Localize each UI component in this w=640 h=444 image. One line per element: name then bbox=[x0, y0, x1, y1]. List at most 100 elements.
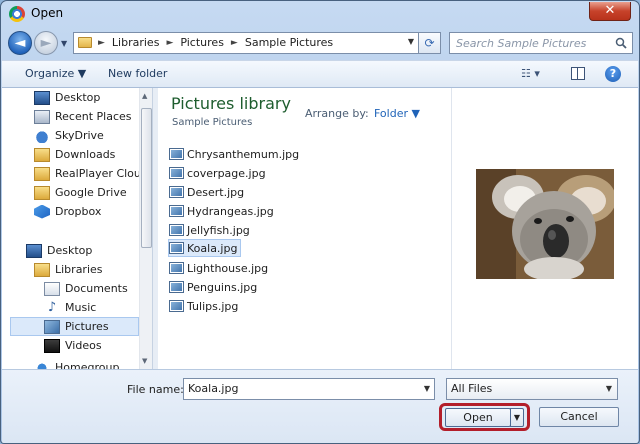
forward-button[interactable]: ► bbox=[34, 31, 58, 55]
refresh-button[interactable]: ⟳ bbox=[419, 32, 441, 54]
sidebar-item-homegroup[interactable]: Homegroup bbox=[34, 358, 119, 369]
scrollbar-thumb[interactable] bbox=[141, 108, 152, 248]
image-file-icon bbox=[169, 300, 184, 312]
libraries-icon bbox=[34, 262, 50, 277]
chrome-icon bbox=[9, 6, 25, 22]
sidebar-item-documents[interactable]: Documents bbox=[44, 279, 128, 298]
image-file-icon bbox=[169, 281, 184, 293]
arrange-by-label: Arrange by: bbox=[305, 107, 369, 120]
close-button[interactable]: ✕ bbox=[589, 2, 631, 21]
breadcrumb-pictures[interactable]: Pictures bbox=[180, 36, 224, 49]
help-icon[interactable]: ? bbox=[605, 66, 621, 82]
file-name: Koala.jpg bbox=[187, 241, 238, 255]
open-button[interactable]: Open bbox=[445, 408, 511, 427]
address-bar[interactable]: ► Libraries ► Pictures ► Sample Pictures… bbox=[73, 32, 419, 54]
downloads-icon bbox=[34, 147, 50, 162]
file-name-dropdown-icon[interactable]: ▼ bbox=[424, 384, 430, 393]
image-file-icon bbox=[169, 167, 184, 179]
organize-button[interactable]: Organize ▼ bbox=[25, 67, 86, 80]
sidebar-item-videos[interactable]: Videos bbox=[44, 336, 102, 355]
arrange-by-dropdown[interactable]: Folder ▼ bbox=[374, 107, 420, 120]
preview-pane bbox=[451, 88, 638, 369]
navigation-scrollbar[interactable]: ▲ ▼ bbox=[139, 88, 152, 369]
file-item[interactable]: coverpage.jpg bbox=[169, 164, 269, 182]
sidebar-item-label: Videos bbox=[65, 339, 102, 352]
open-button-highlight: Open ▼ bbox=[439, 403, 530, 431]
file-list-pane: Pictures library Sample Pictures Arrange… bbox=[158, 88, 451, 369]
scroll-down-arrow-icon[interactable]: ▼ bbox=[142, 357, 147, 365]
sidebar-item-label: Pictures bbox=[65, 320, 109, 333]
file-name: Desert.jpg bbox=[187, 185, 245, 199]
open-dialog: Open ✕ ◄ ► ▼ ► Libraries ► Pictures ► Sa… bbox=[0, 0, 640, 444]
recent-places-icon bbox=[34, 109, 50, 124]
file-name-value: Koala.jpg bbox=[188, 382, 239, 395]
sidebar-item-skydrive[interactable]: SkyDrive bbox=[34, 126, 104, 145]
google-drive-icon bbox=[34, 185, 50, 200]
sidebar-item-recent-places[interactable]: Recent Places bbox=[34, 107, 132, 126]
sidebar-item-label: Downloads bbox=[55, 148, 116, 161]
address-dropdown-icon[interactable]: ▼ bbox=[408, 37, 414, 46]
file-type-select[interactable]: All Files ▼ bbox=[446, 378, 618, 400]
skydrive-icon bbox=[34, 128, 50, 143]
sidebar-item-dropbox[interactable]: Dropbox bbox=[34, 202, 101, 221]
address-row: ◄ ► ▼ ► Libraries ► Pictures ► Sample Pi… bbox=[1, 29, 639, 57]
search-icon[interactable] bbox=[615, 37, 627, 49]
file-name-label: File name: bbox=[127, 383, 184, 396]
file-name: coverpage.jpg bbox=[187, 166, 266, 180]
homegroup-icon bbox=[34, 360, 50, 369]
sidebar-item-music[interactable]: ♪ Music bbox=[44, 298, 96, 317]
file-item[interactable]: Penguins.jpg bbox=[169, 278, 260, 296]
sidebar-item-desktop[interactable]: Desktop bbox=[34, 88, 100, 107]
preview-pane-icon[interactable] bbox=[571, 67, 585, 80]
breadcrumb-separator[interactable]: ► bbox=[98, 38, 105, 48]
sidebar-item-label: Desktop bbox=[55, 91, 101, 104]
sidebar-item-label: RealPlayer Cloud bbox=[55, 167, 148, 180]
image-file-icon bbox=[169, 262, 184, 274]
dialog-footer: File name: Koala.jpg ▼ All Files ▼ Open … bbox=[2, 369, 638, 443]
library-title: Pictures library bbox=[171, 94, 291, 113]
scroll-up-arrow-icon[interactable]: ▲ bbox=[142, 92, 147, 100]
title-bar[interactable]: Open ✕ bbox=[1, 1, 639, 27]
sidebar-item-label: SkyDrive bbox=[55, 129, 104, 142]
file-item[interactable]: Chrysanthemum.jpg bbox=[169, 145, 302, 163]
file-type-value: All Files bbox=[451, 382, 493, 395]
sidebar-item-pictures[interactable]: Pictures bbox=[10, 317, 139, 336]
file-name: Hydrangeas.jpg bbox=[187, 204, 274, 218]
back-button[interactable]: ◄ bbox=[8, 31, 32, 55]
sidebar-item-label: Dropbox bbox=[55, 205, 102, 218]
breadcrumb-libraries[interactable]: Libraries bbox=[112, 36, 160, 49]
search-input[interactable]: Search Sample Pictures bbox=[449, 32, 633, 54]
file-item[interactable]: Desert.jpg bbox=[169, 183, 247, 201]
sidebar-item-downloads[interactable]: Downloads bbox=[34, 145, 115, 164]
file-type-dropdown-icon[interactable]: ▼ bbox=[606, 384, 612, 393]
koala-preview-image bbox=[476, 169, 614, 279]
sidebar-item-realplayer-cloud[interactable]: RealPlayer Cloud bbox=[34, 164, 148, 183]
breadcrumb-separator[interactable]: ► bbox=[166, 38, 173, 48]
new-folder-button[interactable]: New folder bbox=[108, 67, 167, 80]
videos-icon bbox=[44, 338, 60, 353]
change-view-icon[interactable]: ☷ ▾ bbox=[521, 67, 543, 83]
file-item-selected[interactable]: Koala.jpg bbox=[168, 239, 242, 257]
dropbox-icon bbox=[34, 204, 50, 219]
file-item[interactable]: Tulips.jpg bbox=[169, 297, 241, 315]
sidebar-item-label: Google Drive bbox=[55, 186, 127, 199]
image-file-icon bbox=[169, 148, 184, 160]
sidebar-item-libraries[interactable]: Libraries bbox=[34, 260, 103, 279]
breadcrumb-sample-pictures[interactable]: Sample Pictures bbox=[245, 36, 333, 49]
sidebar-item-label: Recent Places bbox=[55, 110, 132, 123]
breadcrumb-separator[interactable]: ► bbox=[231, 38, 238, 48]
file-name-input[interactable]: Koala.jpg ▼ bbox=[183, 378, 435, 400]
open-options-dropdown[interactable]: ▼ bbox=[510, 408, 524, 427]
cancel-button[interactable]: Cancel bbox=[539, 407, 619, 427]
music-icon: ♪ bbox=[47, 299, 57, 315]
file-item[interactable]: Jellyfish.jpg bbox=[169, 221, 253, 239]
documents-icon bbox=[44, 281, 60, 296]
breadcrumb: ► Libraries ► Pictures ► Sample Pictures bbox=[96, 36, 333, 49]
sidebar-item-desktop-root[interactable]: Desktop bbox=[26, 241, 92, 260]
search-placeholder: Search Sample Pictures bbox=[456, 37, 587, 50]
sidebar-item-google-drive[interactable]: Google Drive bbox=[34, 183, 127, 202]
file-item[interactable]: Lighthouse.jpg bbox=[169, 259, 271, 277]
file-item[interactable]: Hydrangeas.jpg bbox=[169, 202, 277, 220]
realplayer-icon bbox=[34, 166, 50, 181]
recent-pages-dropdown[interactable]: ▼ bbox=[61, 39, 67, 48]
